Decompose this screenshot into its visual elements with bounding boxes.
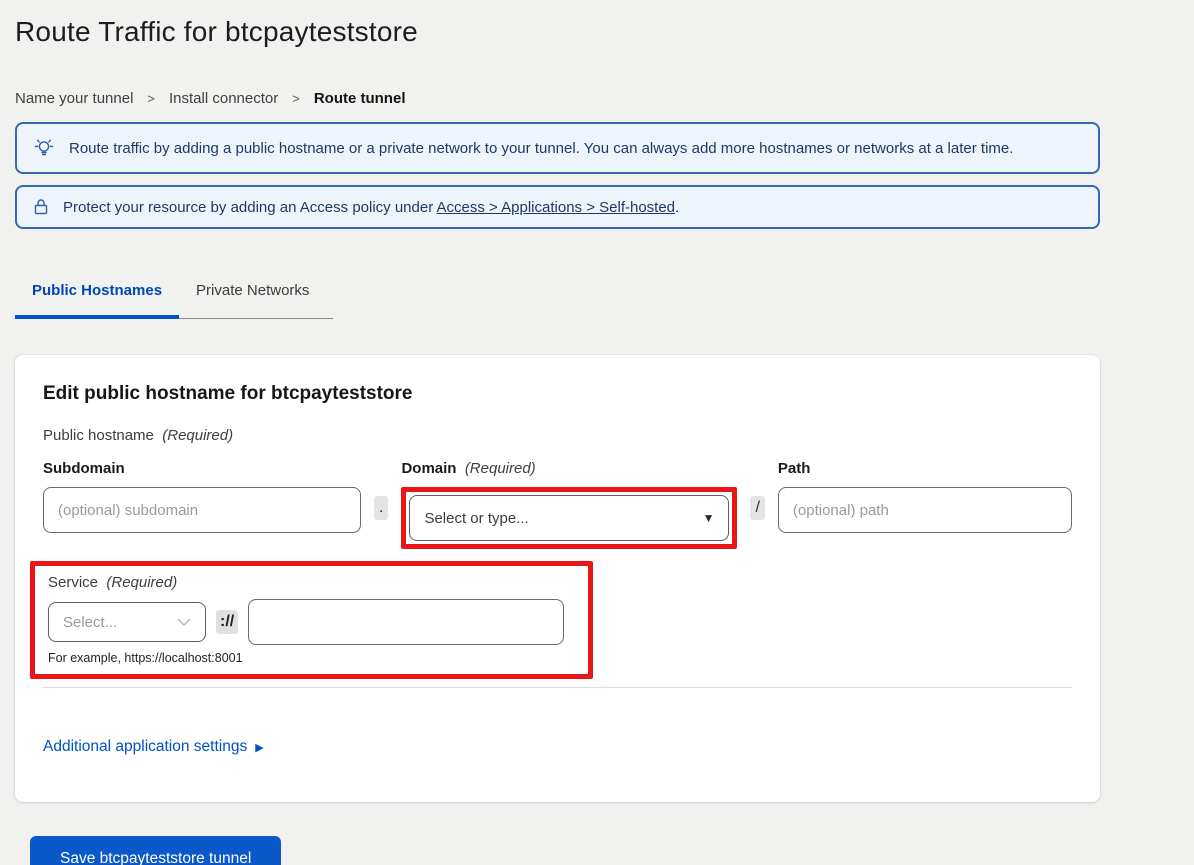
tip-banner: Route traffic by adding a public hostnam…	[15, 122, 1100, 174]
public-hostname-required: (Required)	[162, 427, 233, 444]
additional-settings-label: Additional application settings	[43, 738, 247, 756]
route-traffic-page: Route Traffic for btcpayteststore Name y…	[0, 0, 1194, 865]
annotation-box-service: Service (Required) Select... :// For exa…	[30, 561, 593, 679]
tab-private-networks[interactable]: Private Networks	[179, 282, 333, 319]
service-label-text: Service	[48, 574, 98, 591]
hostname-tabs: Public Hostnames Private Networks	[15, 282, 1194, 319]
service-fields-row: Select... ://	[48, 599, 575, 645]
access-banner-text: Protect your resource by adding an Acces…	[63, 199, 679, 216]
access-policy-banner: Protect your resource by adding an Acces…	[15, 185, 1100, 229]
domain-label: Domain (Required)	[401, 460, 737, 478]
dropdown-arrow-icon: ▼	[703, 511, 715, 525]
breadcrumb-separator: >	[147, 91, 155, 106]
dot-separator: .	[374, 496, 388, 520]
chevron-down-icon	[177, 618, 191, 627]
subdomain-input[interactable]	[43, 487, 361, 533]
slash-separator: /	[750, 496, 764, 520]
page-title: Route Traffic for btcpayteststore	[15, 16, 1194, 48]
domain-field-group: Domain (Required) Select or type... ▼	[401, 460, 737, 549]
additional-application-settings-link[interactable]: Additional application settings ▶	[43, 738, 264, 756]
public-hostname-label: Public hostname	[43, 427, 154, 444]
service-required: (Required)	[106, 574, 177, 591]
access-applications-link[interactable]: Access > Applications > Self-hosted	[437, 199, 675, 216]
caret-right-icon: ▶	[255, 741, 263, 754]
access-banner-text-after: .	[675, 199, 679, 216]
scheme-separator: ://	[216, 610, 238, 634]
tab-public-hostnames[interactable]: Public Hostnames	[15, 282, 179, 319]
save-tunnel-button[interactable]: Save btcpayteststore tunnel	[30, 836, 281, 865]
service-hint: For example, https://localhost:8001	[48, 651, 575, 665]
domain-select[interactable]: Select or type... ▼	[409, 495, 729, 541]
path-field-group: Path	[778, 460, 1072, 533]
service-type-value: Select...	[63, 614, 117, 631]
section-divider	[43, 687, 1072, 688]
breadcrumb-step-name-your-tunnel[interactable]: Name your tunnel	[15, 90, 133, 107]
card-title: Edit public hostname for btcpayteststore	[43, 383, 1072, 405]
breadcrumb: Name your tunnel > Install connector > R…	[15, 90, 1194, 107]
domain-select-value: Select or type...	[424, 510, 528, 527]
subdomain-field-group: Subdomain	[43, 460, 361, 533]
path-label: Path	[778, 460, 1072, 478]
edit-hostname-card: Edit public hostname for btcpayteststore…	[15, 355, 1100, 802]
subdomain-label: Subdomain	[43, 460, 361, 478]
service-section-label: Service (Required)	[48, 574, 575, 591]
hostname-fields-row: Subdomain . Domain (Required) Select or …	[43, 460, 1072, 549]
breadcrumb-separator: >	[292, 91, 300, 106]
lock-icon	[33, 198, 49, 216]
service-url-input[interactable]	[248, 599, 564, 645]
domain-required: (Required)	[465, 460, 536, 477]
lightbulb-icon	[33, 137, 55, 159]
access-banner-text-before: Protect your resource by adding an Acces…	[63, 199, 437, 216]
annotation-box-domain: Select or type... ▼	[401, 487, 737, 549]
breadcrumb-step-install-connector[interactable]: Install connector	[169, 90, 278, 107]
service-type-select[interactable]: Select...	[48, 602, 206, 642]
breadcrumb-step-route-tunnel: Route tunnel	[314, 90, 406, 107]
tip-banner-text: Route traffic by adding a public hostnam…	[69, 140, 1013, 157]
domain-label-text: Domain	[401, 460, 456, 477]
path-input[interactable]	[778, 487, 1072, 533]
public-hostname-section-label: Public hostname (Required)	[43, 427, 1072, 444]
